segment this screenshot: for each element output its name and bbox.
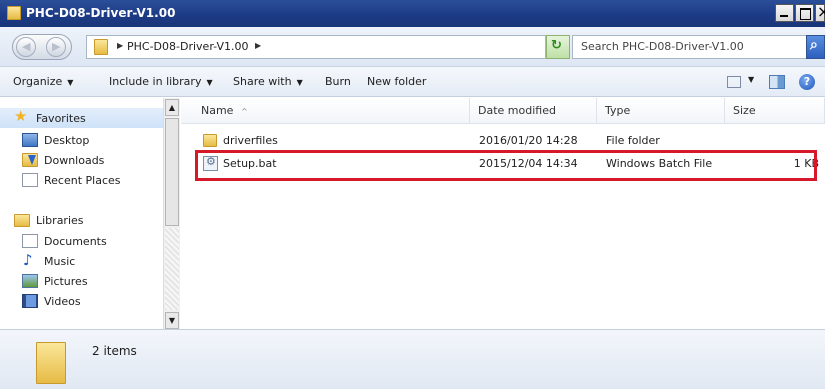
sort-ascending-icon: ^ xyxy=(240,107,248,116)
sidebar-group-label: Favorites xyxy=(36,111,86,125)
scroll-down-icon[interactable]: ▼ xyxy=(165,312,179,329)
address-bar: ◀ ▶ ▶ PHC-D08-Driver-V1.00 ▶ ▼ ↻ Search … xyxy=(0,27,825,67)
breadcrumb[interactable]: ▶ PHC-D08-Driver-V1.00 ▶ ▼ xyxy=(86,35,616,59)
search-placeholder: Search PHC-D08-Driver-V1.00 xyxy=(581,40,744,53)
sidebar-item-label: Desktop xyxy=(44,133,90,147)
table-row[interactable]: driverfiles 2016/01/20 14:28 File folder xyxy=(189,131,819,151)
sidebar-item-label: Documents xyxy=(44,234,107,248)
pictures-icon xyxy=(22,274,38,288)
column-header-size[interactable]: Size xyxy=(725,98,825,124)
navigation-buttons: ◀ ▶ xyxy=(12,34,72,60)
downloads-icon xyxy=(22,153,38,167)
scrollbar-track[interactable] xyxy=(165,228,179,310)
organize-label: Organize xyxy=(13,75,63,88)
scrollbar-thumb[interactable] xyxy=(165,118,179,226)
search-button[interactable]: ⌕ xyxy=(806,35,825,59)
window-controls xyxy=(774,2,825,23)
sidebar-item-label: Music xyxy=(44,254,76,268)
details-pane: 2 items xyxy=(0,329,825,389)
sidebar-item-label: Downloads xyxy=(44,153,105,167)
include-in-library-menu[interactable]: Include in library ▼ xyxy=(109,75,213,88)
maximize-button[interactable] xyxy=(795,4,814,22)
share-with-menu[interactable]: Share with ▼ xyxy=(233,75,303,88)
breadcrumb-arrow-icon[interactable]: ▶ xyxy=(255,41,261,50)
sidebar-group-favorites[interactable]: Favorites xyxy=(14,107,86,126)
file-type: File folder xyxy=(606,134,660,147)
item-count: 2 items xyxy=(92,344,137,358)
sidebar-item-downloads[interactable]: Downloads xyxy=(22,153,104,167)
sidebar-scrollbar[interactable]: ▲ ▼ xyxy=(163,98,180,329)
sidebar-item-music[interactable]: Music xyxy=(22,251,76,269)
help-icon[interactable]: ? xyxy=(799,74,815,90)
navigation-pane: Favorites Desktop Downloads Recent Place… xyxy=(0,98,180,329)
forward-button[interactable]: ▶ xyxy=(46,37,66,57)
sidebar-group-libraries[interactable]: Libraries xyxy=(14,214,84,227)
sidebar-item-desktop[interactable]: Desktop xyxy=(22,133,89,147)
folder-icon xyxy=(203,134,217,147)
sidebar-group-label: Libraries xyxy=(36,214,84,227)
sidebar-item-label: Videos xyxy=(44,294,81,308)
column-header-name[interactable]: Name ^ xyxy=(181,98,470,124)
forward-arrow-icon: ▶ xyxy=(52,40,61,53)
folder-icon xyxy=(36,342,66,384)
recent-places-icon xyxy=(22,173,38,187)
minimize-button[interactable] xyxy=(775,4,794,22)
sidebar-item-videos[interactable]: Videos xyxy=(22,294,81,308)
command-bar: Organize ▼ Include in library ▼ Share with… xyxy=(0,67,825,97)
refresh-button[interactable]: ↻ xyxy=(546,35,570,59)
chevron-down-icon[interactable]: ▼ xyxy=(748,75,754,84)
breadcrumb-arrow-icon[interactable]: ▶ xyxy=(117,41,123,50)
scroll-up-icon[interactable]: ▲ xyxy=(165,99,179,116)
preview-pane-icon[interactable] xyxy=(769,75,785,89)
column-header-date[interactable]: Date modified xyxy=(470,98,597,124)
libraries-icon xyxy=(14,214,30,227)
chevron-down-icon: ▼ xyxy=(67,78,74,87)
window-title: PHC-D08-Driver-V1.00 xyxy=(26,6,176,20)
videos-icon xyxy=(22,294,38,308)
sidebar-item-label: Recent Places xyxy=(44,173,121,187)
folder-icon xyxy=(94,39,108,55)
chevron-down-icon: ▼ xyxy=(296,78,303,87)
share-with-label: Share with xyxy=(233,75,292,88)
burn-button[interactable]: Burn xyxy=(325,75,351,88)
close-button[interactable] xyxy=(815,2,825,22)
sidebar-item-pictures[interactable]: Pictures xyxy=(22,274,88,288)
back-button[interactable]: ◀ xyxy=(16,37,36,57)
star-icon xyxy=(14,107,30,126)
annotation-highlight-box xyxy=(195,150,817,181)
desktop-icon xyxy=(22,133,38,147)
refresh-icon: ↻ xyxy=(551,38,562,53)
music-icon xyxy=(22,251,38,269)
organize-menu[interactable]: Organize ▼ xyxy=(13,75,73,88)
sidebar-item-label: Pictures xyxy=(44,274,88,288)
new-folder-button[interactable]: New folder xyxy=(367,75,426,88)
file-name: driverfiles xyxy=(223,134,278,147)
include-in-library-label: Include in library xyxy=(109,75,202,88)
breadcrumb-item[interactable]: PHC-D08-Driver-V1.00 xyxy=(127,40,248,53)
file-date: 2016/01/20 14:28 xyxy=(479,134,578,147)
search-input[interactable]: Search PHC-D08-Driver-V1.00 xyxy=(572,35,812,59)
folder-icon xyxy=(7,6,21,20)
search-icon: ⌕ xyxy=(810,37,818,53)
chevron-down-icon: ▼ xyxy=(206,78,213,87)
back-arrow-icon: ◀ xyxy=(22,40,31,53)
file-list: Name ^ Date modified Type Size driverfil… xyxy=(181,98,825,329)
view-options-icon[interactable] xyxy=(727,76,741,88)
column-header-type[interactable]: Type xyxy=(597,98,725,124)
title-bar: PHC-D08-Driver-V1.00 xyxy=(0,0,825,27)
documents-icon xyxy=(22,234,38,248)
sidebar-item-documents[interactable]: Documents xyxy=(22,234,107,248)
sidebar-item-recent-places[interactable]: Recent Places xyxy=(22,173,121,187)
column-name-label: Name xyxy=(201,104,234,117)
